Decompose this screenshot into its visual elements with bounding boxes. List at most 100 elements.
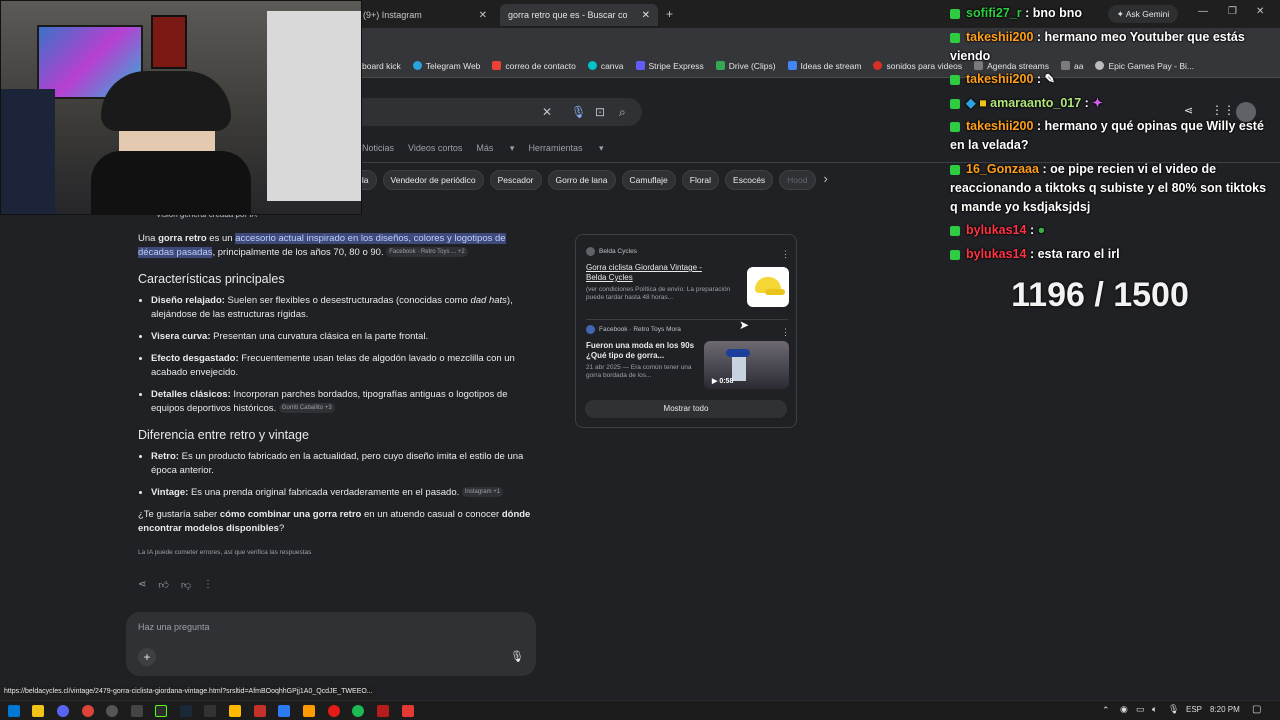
chip[interactable]: Escocés xyxy=(725,170,774,190)
source-item[interactable]: Facebook · Retro Toys Mora Fueron una mo… xyxy=(586,325,791,389)
app-icon[interactable] xyxy=(254,705,266,717)
app-icon[interactable] xyxy=(377,705,389,717)
app-icon[interactable] xyxy=(229,705,241,717)
source-chip[interactable]: Gorriti Caballito +3 xyxy=(278,403,335,414)
notification-icon[interactable]: ▢ xyxy=(1252,704,1261,715)
close-window-icon[interactable]: ✕ xyxy=(1256,6,1264,17)
bookmark-label: correo de contacto xyxy=(505,60,576,71)
bookmark-item[interactable]: sonidos para videos xyxy=(873,61,962,71)
language-indicator[interactable]: ESP xyxy=(1186,705,1202,714)
chrome-icon[interactable] xyxy=(82,705,94,717)
bookmark-item[interactable]: Stripe Express xyxy=(635,61,704,71)
filter-tools[interactable]: Herramientas ▾ xyxy=(528,143,603,157)
chip[interactable]: Gorro de lana xyxy=(547,170,616,190)
chip[interactable]: Vendedor de periódico xyxy=(382,170,484,190)
more-icon[interactable]: ⋮ xyxy=(781,249,790,260)
mic-icon[interactable]: 🎙︎ xyxy=(1168,704,1179,715)
chat-username: amaraanto_017 xyxy=(990,96,1082,110)
app-icon[interactable] xyxy=(106,705,118,717)
app-icon[interactable] xyxy=(131,705,143,717)
new-tab-icon[interactable]: + xyxy=(666,7,673,21)
clock[interactable]: 8:20 PM xyxy=(1210,705,1240,714)
microphone-icon[interactable]: 🎙 xyxy=(571,105,586,119)
steam-icon[interactable] xyxy=(180,705,192,717)
chevron-up-icon[interactable]: ⌃ xyxy=(1102,705,1110,716)
source-chip[interactable]: Instagram +1 xyxy=(461,487,504,498)
display-icon[interactable]: ▭ xyxy=(1136,704,1145,715)
search-input[interactable]: ✕ 🎙 ⊡ ⌕ xyxy=(330,98,642,126)
source-desc: (ver condiciones Política de envío: La p… xyxy=(586,286,731,301)
filter-tools-label: Herramientas xyxy=(528,143,583,153)
intro-text: es un xyxy=(206,233,236,244)
bookmark-item[interactable]: Drive (Clips) xyxy=(715,61,776,71)
bookmark-item[interactable]: board kick xyxy=(362,61,401,71)
more-icon[interactable]: ⋮ xyxy=(781,327,790,338)
item-text: Es un producto fabricado en la actualida… xyxy=(151,451,524,476)
intro-text: , principalmente de los años 70, 80 o 90… xyxy=(212,247,384,258)
filter-news[interactable]: Noticias xyxy=(362,143,394,157)
bookmark-item[interactable]: Ideas de stream xyxy=(787,61,861,71)
avatar[interactable] xyxy=(1236,102,1256,122)
thumbs-up-icon[interactable]: 👍︎ xyxy=(158,579,168,591)
clear-icon[interactable]: ✕ xyxy=(542,105,552,119)
app-icon[interactable] xyxy=(303,705,315,717)
search-icon[interactable]: ⌕ xyxy=(619,105,626,120)
chip[interactable]: Camuflaje xyxy=(621,170,676,190)
obs-icon[interactable] xyxy=(328,705,340,717)
source-chip[interactable]: Facebook · Retro Toys ... +2 xyxy=(386,247,468,258)
apps-grid-icon[interactable]: ⋮⋮ xyxy=(1211,103,1235,117)
chip[interactable]: Hood xyxy=(779,170,816,190)
close-icon[interactable]: ✕ xyxy=(642,10,650,21)
bookmark-item[interactable]: canva xyxy=(587,60,624,71)
source-title[interactable]: Fueron una moda en los 90s ¿Qué tipo de … xyxy=(586,341,696,361)
tab-instagram[interactable]: (9+) Instagram ✕ xyxy=(355,4,495,26)
frog-emote-icon: ● xyxy=(1037,223,1046,237)
bookmark-label: canva xyxy=(600,60,624,71)
divider xyxy=(586,319,788,320)
more-icon[interactable]: ⋮ xyxy=(203,579,213,591)
kick-icon[interactable] xyxy=(155,705,167,717)
filter-short-videos[interactable]: Videos cortos xyxy=(408,143,462,157)
source-item[interactable]: Belda Cycles Gorra ciclista Giordana Vin… xyxy=(586,247,791,307)
taskbar: ⌃ ◉ ▭ 🔈︎ 🎙︎ ESP 8:20 PM ▢ xyxy=(0,700,1280,720)
chat-message: takeshii200 : hermano y qué opinas que W… xyxy=(950,119,1264,152)
chip[interactable]: Floral xyxy=(681,170,720,190)
cap-thumbnail[interactable] xyxy=(747,267,789,307)
volume-icon[interactable]: 🔈︎ xyxy=(1152,704,1157,715)
lens-icon[interactable]: ⊡ xyxy=(595,105,605,119)
windows-start-icon[interactable] xyxy=(8,705,20,717)
share-icon[interactable]: ⋖ xyxy=(1184,104,1193,117)
chevron-right-icon[interactable]: › xyxy=(824,170,828,190)
share-icon[interactable]: ⋖ xyxy=(138,579,146,591)
search-filters: Noticias Videos cortos Más ▾ Herramienta… xyxy=(362,143,618,157)
wifi-icon[interactable]: ◉ xyxy=(1120,704,1128,715)
source-site: Belda Cycles xyxy=(586,247,791,256)
drive-icon xyxy=(715,61,725,70)
ask-input[interactable]: Haz una pregunta + 🎙 xyxy=(126,612,536,676)
tab-search[interactable]: gorra retro que es - Buscar con ✕ xyxy=(500,4,658,26)
follow-up-question: ¿Te gustaría saber cómo combinar una gor… xyxy=(138,508,538,536)
discord-icon[interactable] xyxy=(57,705,69,717)
app-icon[interactable] xyxy=(204,705,216,717)
file-explorer-icon[interactable] xyxy=(32,705,44,717)
add-icon[interactable]: + xyxy=(138,648,156,666)
ask-placeholder: Haz una pregunta xyxy=(138,622,210,632)
section-title: Características principales xyxy=(138,272,285,286)
features-list: Diseño relajado: Suelen ser flexibles o … xyxy=(138,294,538,416)
gmail-icon xyxy=(492,61,502,70)
thumbs-down-icon[interactable]: 👎︎ xyxy=(181,579,191,591)
item-label: Vintage: xyxy=(151,487,189,498)
app-icon[interactable] xyxy=(278,705,290,717)
bookmark-item[interactable]: correo de contacto xyxy=(492,60,576,71)
bookmark-item[interactable]: Telegram Web xyxy=(412,61,480,71)
intro-text: Una xyxy=(138,233,159,244)
microphone-icon[interactable]: 🎙 xyxy=(510,650,524,663)
chip[interactable]: Pescador xyxy=(489,170,542,190)
source-title[interactable]: Gorra ciclista Giordana Vintage - Belda … xyxy=(586,263,721,283)
close-icon[interactable]: ✕ xyxy=(479,10,487,21)
app-icon[interactable] xyxy=(402,705,414,717)
filter-more[interactable]: Más ▾ xyxy=(476,143,514,157)
video-thumbnail[interactable]: ▶ 0:58 xyxy=(704,341,789,389)
spotify-icon[interactable] xyxy=(352,705,364,717)
show-all-button[interactable]: Mostrar todo xyxy=(585,400,787,418)
